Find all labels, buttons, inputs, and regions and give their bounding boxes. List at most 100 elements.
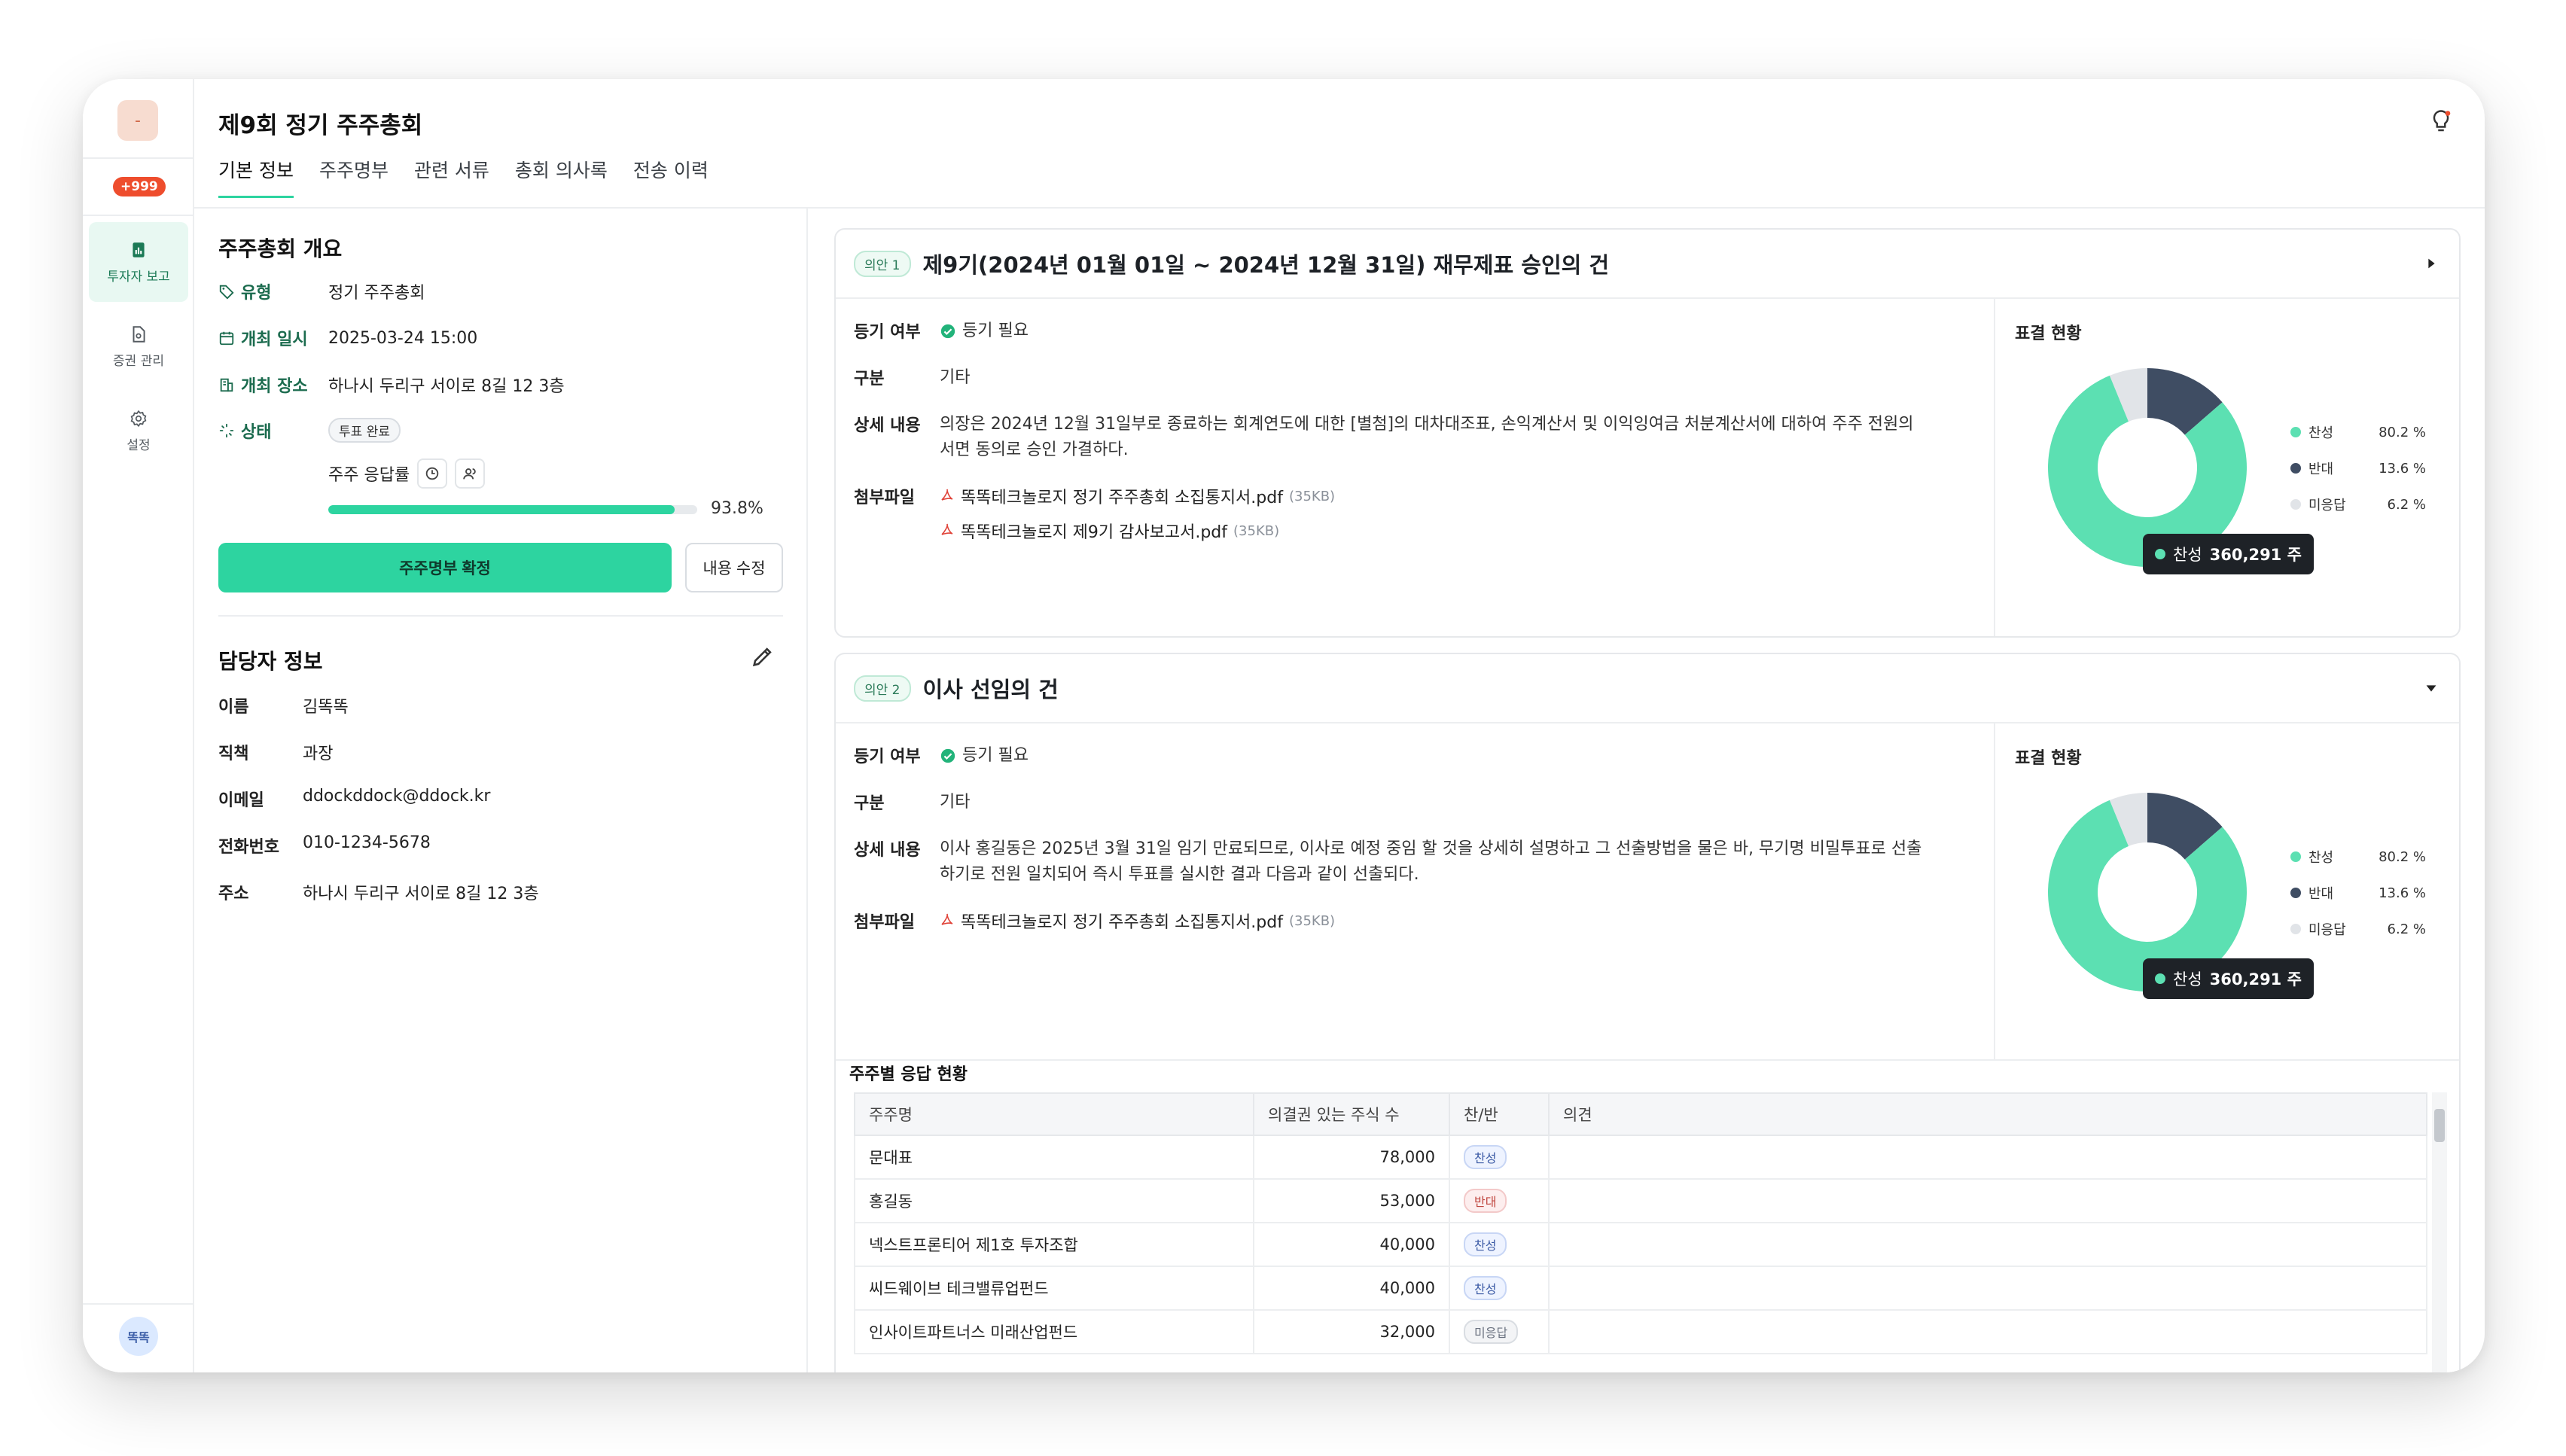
shareholders-button[interactable] bbox=[455, 458, 486, 489]
agenda-body: 등기 여부 등기 필요 구분 기타 상세 내용 의장은 2024년 12월 31… bbox=[836, 299, 2459, 636]
column-header[interactable]: 의견 bbox=[1548, 1092, 2427, 1136]
legend-no-response: 미응답 6.2 % bbox=[2290, 919, 2426, 939]
attachment-size: (35KB) bbox=[1288, 488, 1336, 504]
overview-title: 주주총회 개요 bbox=[218, 236, 343, 261]
contact-title: 담당자 정보 bbox=[218, 649, 323, 674]
tab-transmission-history[interactable]: 전송 이력 bbox=[633, 156, 709, 198]
legend-label: 찬성 bbox=[2308, 850, 2334, 866]
attachment-file[interactable]: 똑똑테크놀로지 제9기 감사보고서.pdf (35KB) bbox=[940, 519, 1335, 543]
opinion-cell bbox=[1548, 1222, 2427, 1267]
chevron-right-icon[interactable] bbox=[2423, 255, 2440, 272]
tag-icon bbox=[219, 285, 234, 300]
attachment-file[interactable]: 똑똑테크놀로지 정기 주주총회 소집통지서.pdf (35KB) bbox=[940, 909, 1335, 933]
lightbulb-icon[interactable] bbox=[2427, 108, 2455, 135]
agenda-header[interactable]: 의안 2 이사 선임의 건 bbox=[836, 654, 2459, 723]
detail-row: 상세 내용 의장은 2024년 12월 31일부로 종료하는 회계연도에 대한 … bbox=[854, 412, 1934, 463]
sidebar-item-investor-report[interactable]: 투자자 보고 bbox=[89, 222, 188, 302]
registration-value: 등기 필요 bbox=[940, 743, 1029, 769]
date-label-text: 개최 일시 bbox=[241, 330, 308, 349]
pencil-icon[interactable] bbox=[750, 644, 776, 669]
vote-cell: 반대 bbox=[1449, 1178, 1550, 1223]
agenda-title: 제9기(2024년 01월 01일 ~ 2024년 12월 31일) 재무제표 … bbox=[922, 252, 1610, 278]
table-row[interactable]: 씨드웨이브 테크밸류업펀드 40,000 찬성 bbox=[854, 1266, 2427, 1311]
attachment-list: 똑똑테크놀로지 정기 주주총회 소집통지서.pdf (35KB) bbox=[940, 909, 1335, 943]
attachment-file[interactable]: 똑똑테크놀로지 정기 주주총회 소집통지서.pdf (35KB) bbox=[940, 484, 1335, 508]
tab-minutes[interactable]: 총회 의사록 bbox=[515, 156, 608, 198]
tooltip-dot bbox=[2155, 973, 2165, 984]
legend-label: 반대 bbox=[2308, 461, 2334, 477]
table-scrollbar[interactable] bbox=[2432, 1092, 2447, 1372]
vote-cell: 찬성 bbox=[1449, 1266, 1550, 1311]
notification-badge[interactable]: +999 bbox=[113, 177, 166, 196]
chart-legend: 찬성 80.2 % 반대 13.6 % 미응답 6.2 % bbox=[2290, 422, 2426, 531]
opinion-cell bbox=[1548, 1266, 2427, 1311]
sidebar-item-label: 설정 bbox=[126, 437, 151, 453]
table-row[interactable]: 홍길동 53,000 반대 bbox=[854, 1178, 2427, 1223]
attachment-size: (35KB) bbox=[1233, 522, 1280, 539]
detail-label: 상세 내용 bbox=[854, 416, 921, 435]
agenda-details: 등기 여부 등기 필요 구분 기타 상세 내용 이사 홍길동은 2025년 3월… bbox=[836, 723, 1995, 1059]
type-value: 정기 주주총회 bbox=[328, 284, 425, 303]
progress-fill bbox=[328, 505, 675, 514]
share-count: 40,000 bbox=[1253, 1222, 1450, 1267]
vote-cell: 찬성 bbox=[1449, 1135, 1550, 1180]
table-row[interactable]: 넥스트프론티어 제1호 투자조합 40,000 찬성 bbox=[854, 1222, 2427, 1267]
legend-dot bbox=[2290, 463, 2301, 474]
legend-dot bbox=[2290, 427, 2301, 437]
tab-related-documents[interactable]: 관련 서류 bbox=[414, 156, 489, 198]
table-row[interactable]: 문대표 78,000 찬성 bbox=[854, 1135, 2427, 1180]
tooltip-value: 360,291 주 bbox=[2209, 546, 2302, 564]
agenda-header[interactable]: 의안 1 제9기(2024년 01월 01일 ~ 2024년 12월 31일) … bbox=[836, 230, 2459, 299]
agenda-card-1: 의안 1 제9기(2024년 01월 01일 ~ 2024년 12월 31일) … bbox=[834, 228, 2461, 638]
contact-row-phone: 전화번호 010-1234-5678 bbox=[218, 833, 431, 857]
date-label: 개최 일시 bbox=[218, 326, 328, 350]
contact-row-name: 이름 김똑똑 bbox=[218, 693, 349, 717]
agenda-title: 이사 선임의 건 bbox=[922, 677, 1059, 702]
sidebar-item-settings[interactable]: 설정 bbox=[89, 391, 188, 471]
legend-reject: 반대 13.6 % bbox=[2290, 883, 2426, 903]
contact-row-email: 이메일 ddockddock@ddock.kr bbox=[218, 787, 490, 811]
attachment-list: 똑똑테크놀로지 정기 주주총회 소집통지서.pdf (35KB) 똑똑테크놀로지… bbox=[940, 484, 1335, 553]
registration-text: 등기 필요 bbox=[962, 321, 1029, 340]
calendar-icon bbox=[219, 331, 234, 346]
history-button[interactable] bbox=[417, 458, 448, 489]
sidebar-item-securities[interactable]: 증권 관리 bbox=[89, 306, 188, 386]
tooltip-label: 찬성 bbox=[2173, 546, 2202, 564]
sidebar-item-label: 투자자 보고 bbox=[107, 269, 170, 285]
shareholder-name: 문대표 bbox=[854, 1135, 1254, 1180]
opinion-cell bbox=[1548, 1178, 2427, 1223]
category-value: 기타 bbox=[940, 368, 971, 387]
confirm-shareholder-list-button[interactable]: 주주명부 확정 bbox=[218, 543, 672, 592]
detail-label: 상세 내용 bbox=[854, 841, 921, 860]
column-header[interactable]: 주주명 bbox=[854, 1092, 1254, 1136]
attachments-label: 첨부파일 bbox=[854, 913, 915, 932]
share-count: 78,000 bbox=[1253, 1135, 1450, 1180]
column-header[interactable]: 찬/반 bbox=[1449, 1092, 1550, 1136]
share-count: 40,000 bbox=[1253, 1266, 1450, 1311]
legend-dot bbox=[2290, 499, 2301, 510]
attachment-name: 똑똑테크놀로지 정기 주주총회 소집통지서.pdf bbox=[961, 489, 1283, 507]
column-header[interactable]: 의결권 있는 주식 수 bbox=[1253, 1092, 1450, 1136]
company-logo[interactable]: - bbox=[117, 100, 158, 141]
scrollbar-thumb[interactable] bbox=[2434, 1109, 2445, 1142]
avatar[interactable]: 똑똑 bbox=[119, 1317, 158, 1356]
check-circle-icon bbox=[940, 748, 955, 763]
left-panel: 주주총회 개요 유형 정기 주주총회 개최 일시 2025-03-24 15:0… bbox=[194, 209, 808, 1372]
chevron-down-icon[interactable] bbox=[2423, 680, 2440, 696]
gear-icon bbox=[130, 410, 147, 427]
attachments-row: 첨부파일 똑똑테크놀로지 정기 주주총회 소집통지서.pdf (35KB) 똑똑… bbox=[854, 484, 1335, 553]
tab-shareholder-list[interactable]: 주주명부 bbox=[319, 156, 389, 198]
edit-content-button[interactable]: 내용 수정 bbox=[685, 543, 783, 592]
legend-no-response: 미응답 6.2 % bbox=[2290, 495, 2426, 514]
place-label-text: 개최 장소 bbox=[241, 377, 308, 396]
sidebar: - +999 투자자 보고 증권 관리 설정 똑똑 bbox=[83, 79, 194, 1372]
contact-value: ddockddock@ddock.kr bbox=[303, 787, 491, 806]
legend-label: 미응답 bbox=[2308, 498, 2346, 513]
table-row[interactable]: 인사이트파트너스 미래산업펀드 32,000 미응답 bbox=[854, 1309, 2427, 1354]
chart-tooltip: 찬성 360,291 주 bbox=[2143, 534, 2314, 574]
registration-row: 등기 여부 등기 필요 bbox=[854, 743, 1029, 769]
legend-value: 6.2 % bbox=[2387, 921, 2426, 937]
date-value: 2025-03-24 15:00 bbox=[328, 328, 478, 348]
legend-approve: 찬성 80.2 % bbox=[2290, 422, 2426, 442]
tab-basic-info[interactable]: 기본 정보 bbox=[218, 156, 294, 198]
